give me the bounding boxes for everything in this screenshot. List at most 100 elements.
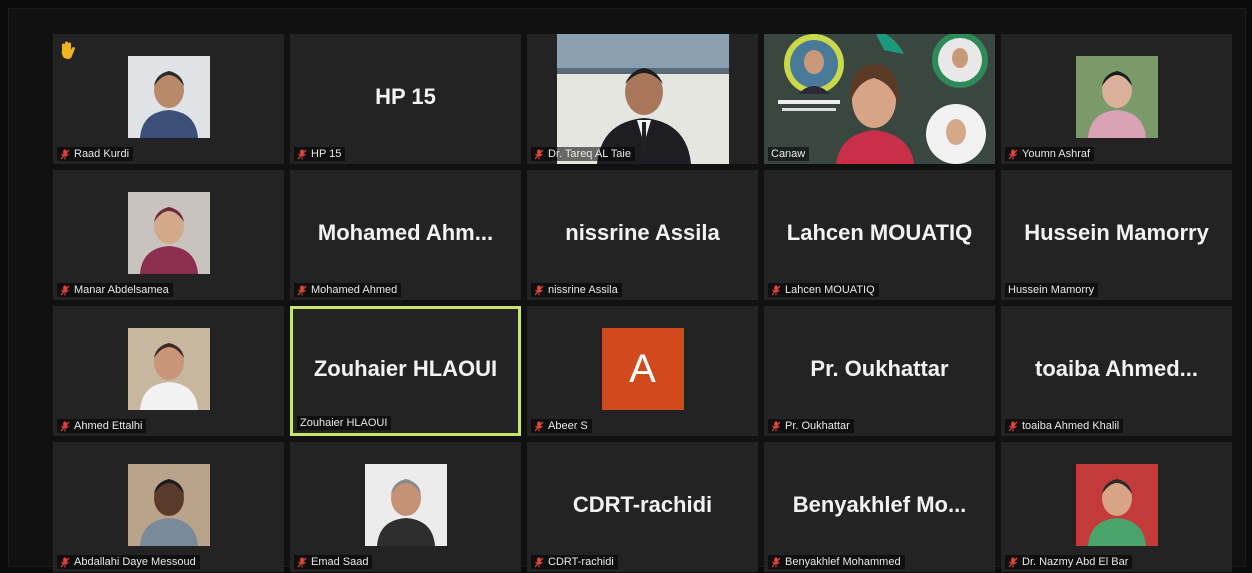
- participant-tile[interactable]: Emad Saad: [290, 442, 521, 572]
- participant-tile[interactable]: Pr. Oukhattar Pr. Oukhattar: [764, 306, 995, 436]
- participant-video: [527, 34, 758, 164]
- participant-display-name: Zouhaier HLAOUI: [313, 355, 498, 381]
- participant-tile[interactable]: CDRT-rachidi CDRT-rachidi: [527, 442, 758, 572]
- raised-hand-icon: [61, 41, 75, 59]
- mic-muted-icon: [534, 421, 544, 431]
- participant-name-label: Manar Abdelsamea: [74, 284, 169, 296]
- mic-muted-icon: [534, 285, 544, 295]
- mic-muted-icon: [1008, 421, 1018, 431]
- participant-name-tag: Pr. Oukhattar: [768, 419, 854, 433]
- participant-name-label: nissrine Assila: [548, 284, 618, 296]
- mic-muted-icon: [534, 149, 544, 159]
- avatar-photo: [127, 192, 210, 274]
- participant-tile[interactable]: nissrine Assila nissrine Assila: [527, 170, 758, 300]
- participant-name-tag: Abdallahi Daye Messoud: [57, 555, 200, 569]
- participant-name-tag: CDRT-rachidi: [531, 555, 618, 569]
- participant-name-label: Hussein Mamorry: [1008, 284, 1095, 296]
- mic-muted-icon: [1008, 149, 1018, 159]
- participant-display-name: HP 15: [375, 83, 436, 109]
- avatar-photo: [1075, 56, 1158, 138]
- participant-grid: Raad Kurdi HP 15 HP 15 Dr. Tareq AL Taie: [53, 34, 1232, 572]
- participant-name-tag: Hussein Mamorry: [1005, 283, 1099, 297]
- participant-name-label: Mohamed Ahmed: [311, 284, 398, 296]
- mic-muted-icon: [60, 557, 70, 567]
- avatar-photo: [1075, 464, 1158, 546]
- participant-name-label: Canaw: [771, 148, 806, 160]
- participant-photo: [1075, 464, 1158, 546]
- participant-name-label: Abeer S: [548, 420, 588, 432]
- participant-name-tag: HP 15: [294, 147, 346, 161]
- participant-tile[interactable]: toaiba Ahmed... toaiba Ahmed Khalil: [1001, 306, 1232, 436]
- participant-name-label: Abdallahi Daye Messoud: [74, 556, 196, 568]
- participant-tile[interactable]: Hussein Mamorry Hussein Mamorry: [1001, 170, 1232, 300]
- participant-tile[interactable]: Raad Kurdi: [53, 34, 284, 164]
- participant-display-name: Mohamed Ahm...: [317, 219, 494, 245]
- mic-muted-icon: [60, 285, 70, 295]
- mic-muted-icon: [297, 149, 307, 159]
- mic-muted-icon: [297, 557, 307, 567]
- participant-display-name: toaiba Ahmed...: [1035, 355, 1198, 381]
- avatar-photo: [364, 464, 447, 546]
- participant-tile[interactable]: Ahmed Ettalhi: [53, 306, 284, 436]
- participant-name-label: toaiba Ahmed Khalil: [1022, 420, 1120, 432]
- participant-name-tag: Dr. Nazmy Abd El Bar: [1005, 555, 1133, 569]
- participant-name-tag: Raad Kurdi: [57, 147, 134, 161]
- participant-tile[interactable]: Dr. Tareq AL Taie: [527, 34, 758, 164]
- participant-tile[interactable]: HP 15 HP 15: [290, 34, 521, 164]
- mic-muted-icon: [771, 285, 781, 295]
- mic-muted-icon: [771, 421, 781, 431]
- participant-name-label: HP 15: [311, 148, 342, 160]
- meeting-gallery-view: Raad Kurdi HP 15 HP 15 Dr. Tareq AL Taie: [8, 8, 1246, 572]
- participant-display-name: nissrine Assila: [565, 219, 720, 245]
- participant-name-label: Pr. Oukhattar: [785, 420, 850, 432]
- participant-name-tag: Benyakhlef Mohammed: [768, 555, 905, 569]
- participant-name-label: Dr. Tareq AL Taie: [548, 148, 631, 160]
- participant-name-label: Youmn Ashraf: [1022, 148, 1091, 160]
- participant-name-label: CDRT-rachidi: [548, 556, 614, 568]
- participant-photo: [127, 328, 210, 410]
- participant-photo: [127, 192, 210, 274]
- participant-display-name: Lahcen MOUATIQ: [786, 219, 973, 245]
- participant-name-tag: Lahcen MOUATIQ: [768, 283, 879, 297]
- participant-video: [764, 34, 995, 164]
- participant-photo: [127, 464, 210, 546]
- mic-muted-icon: [771, 557, 781, 567]
- participant-tile[interactable]: Youmn Ashraf: [1001, 34, 1232, 164]
- avatar-photo: [127, 56, 210, 138]
- mic-muted-icon: [297, 285, 307, 295]
- avatar-photo: [127, 328, 210, 410]
- participant-name-label: Raad Kurdi: [74, 148, 130, 160]
- participant-name-tag: Emad Saad: [294, 555, 373, 569]
- mic-muted-icon: [534, 557, 544, 567]
- participant-tile[interactable]: Manar Abdelsamea: [53, 170, 284, 300]
- participant-display-name: Hussein Mamorry: [1024, 219, 1209, 245]
- participant-tile[interactable]: Mohamed Ahm... Mohamed Ahmed: [290, 170, 521, 300]
- participant-name-tag: Zouhaier HLAOUI: [297, 416, 392, 430]
- participant-tile[interactable]: Canaw: [764, 34, 995, 164]
- participant-photo: [1075, 56, 1158, 138]
- participant-name-label: Lahcen MOUATIQ: [785, 284, 875, 296]
- participant-name-tag: nissrine Assila: [531, 283, 622, 297]
- participant-tile[interactable]: Abdallahi Daye Messoud: [53, 442, 284, 572]
- participant-photo: [127, 56, 210, 138]
- participant-tile[interactable]: Benyakhlef Mo... Benyakhlef Mohammed: [764, 442, 995, 572]
- participant-name-tag: Youmn Ashraf: [1005, 147, 1095, 161]
- participant-display-name: Pr. Oukhattar: [810, 355, 949, 381]
- participant-name-tag: Dr. Tareq AL Taie: [531, 147, 635, 161]
- mic-muted-icon: [1008, 557, 1018, 567]
- participant-name-tag: toaiba Ahmed Khalil: [1005, 419, 1124, 433]
- participant-name-tag: Manar Abdelsamea: [57, 283, 173, 297]
- participant-tile[interactable]: Lahcen MOUATIQ Lahcen MOUATIQ: [764, 170, 995, 300]
- participant-tile[interactable]: Dr. Nazmy Abd El Bar: [1001, 442, 1232, 572]
- participant-tile[interactable]: A Abeer S: [527, 306, 758, 436]
- participant-initial-avatar: A: [601, 328, 684, 410]
- participant-name-tag: Abeer S: [531, 419, 592, 433]
- participant-name-tag: Canaw: [768, 147, 810, 161]
- mic-muted-icon: [60, 421, 70, 431]
- participant-name-label: Dr. Nazmy Abd El Bar: [1022, 556, 1129, 568]
- participant-name-tag: Mohamed Ahmed: [294, 283, 402, 297]
- participant-tile[interactable]: Zouhaier HLAOUI Zouhaier HLAOUI: [290, 306, 521, 436]
- participant-name-label: Emad Saad: [311, 556, 369, 568]
- participant-name-tag: Ahmed Ettalhi: [57, 419, 147, 433]
- participant-name-label: Benyakhlef Mohammed: [785, 556, 901, 568]
